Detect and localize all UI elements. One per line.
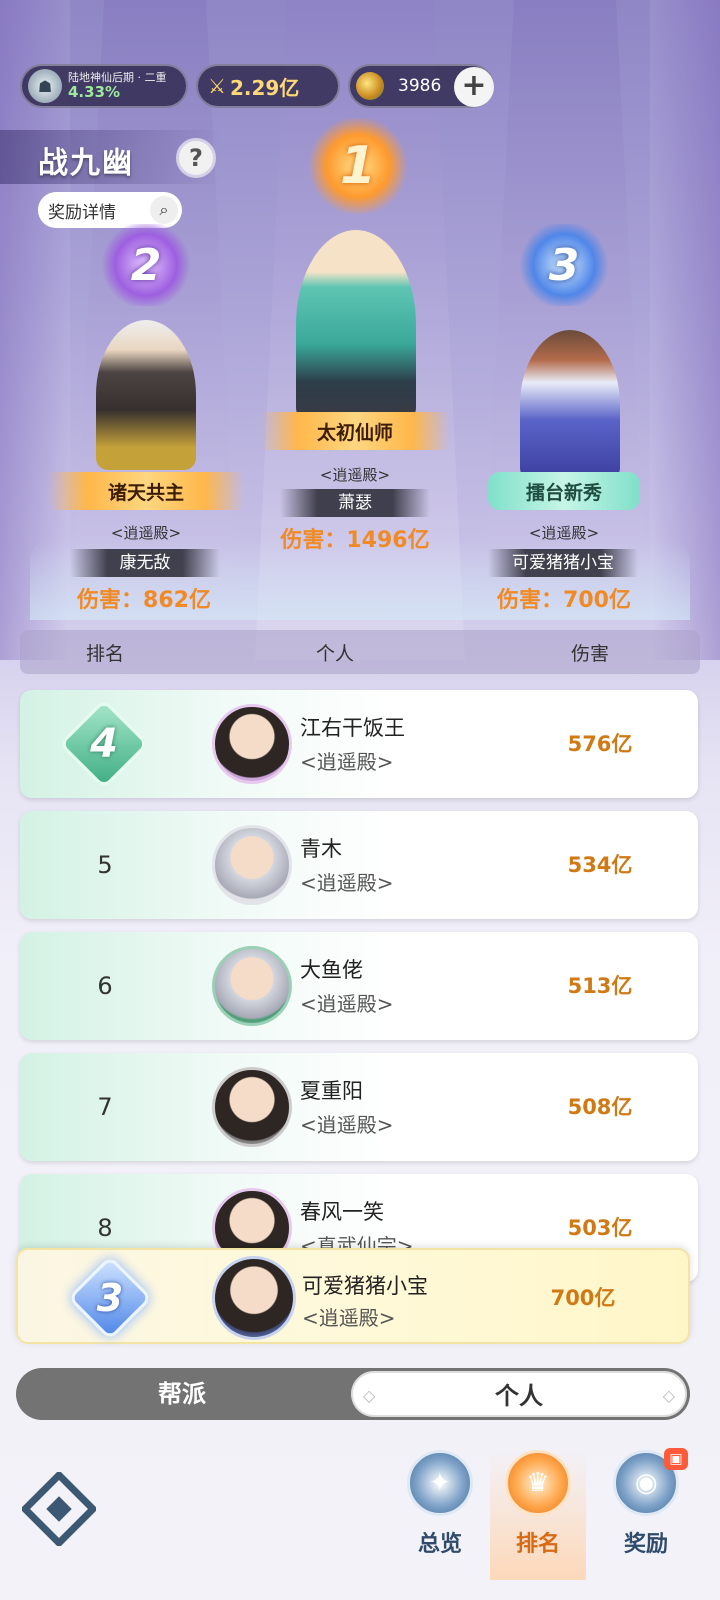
reward-notify-icon: ▣: [664, 1448, 688, 1470]
help-button[interactable]: ?: [176, 138, 216, 178]
realm-avatar-icon: ☗: [28, 69, 62, 103]
realm-name: 陆地神仙后期 · 二重: [68, 70, 167, 84]
overview-icon: ✦: [393, 1436, 487, 1530]
ranking-podium-icon: ♛: [491, 1436, 585, 1530]
combat-power-value: 2.29亿: [229, 75, 300, 100]
player-name: 大鱼佬: [300, 958, 363, 982]
header-rank: 排名: [85, 642, 124, 665]
ranking-table-header: 排名 个人 伤害: [20, 630, 700, 674]
table-row[interactable]: 6 大鱼佬 <逍遥殿> 513亿: [20, 932, 698, 1040]
add-jade-button[interactable]: +: [454, 67, 494, 107]
resource-bar: ☗ 陆地神仙后期 · 二重 4.33% ⚔ 2.29亿 3986 +: [20, 64, 494, 108]
table-row[interactable]: 5 青木 <逍遥殿> 534亿: [20, 811, 698, 919]
player-damage: 513亿: [567, 974, 633, 998]
table-row[interactable]: 7 夏重阳 <逍遥殿> 508亿: [20, 1053, 698, 1161]
player-name: 春风一笑: [300, 1200, 384, 1224]
nav-overview-label: 总览: [417, 1532, 462, 1557]
podium-1-title: 太初仙师: [260, 412, 450, 450]
crossed-swords-icon: ⚔: [208, 74, 226, 98]
row-rank: 7: [97, 1093, 113, 1121]
nav-rewards[interactable]: ◉ ▣ 奖励: [598, 1436, 694, 1580]
podium-1-damage: 伤害：1496亿: [280, 528, 430, 553]
home-diamond-icon[interactable]: [22, 1472, 96, 1546]
podium-1-guild: <逍遥殿>: [319, 466, 391, 484]
realm-indicator[interactable]: ☗ 陆地神仙后期 · 二重 4.33%: [20, 64, 188, 108]
podium-2-damage: 伤害：862亿: [77, 588, 211, 613]
jade-coin-icon: [356, 72, 384, 100]
podium-3-damage: 伤害：700亿: [497, 588, 631, 613]
my-rank: 3: [96, 1276, 124, 1320]
ranking-scope-toggle[interactable]: 帮派 个人: [16, 1368, 690, 1420]
podium-2-guild: <逍遥殿>: [110, 524, 182, 542]
bottom-nav: ✦ 总览 ♛ 排名 ◉ ▣ 奖励: [0, 1436, 720, 1600]
tab-guild[interactable]: 帮派: [16, 1368, 348, 1420]
realm-progress: 4.33%: [68, 82, 121, 101]
my-avatar[interactable]: [212, 1256, 296, 1340]
row-rank: 4: [90, 721, 118, 767]
my-rank-row[interactable]: 3 可爱猪猪小宝 <逍遥殿> 700亿: [16, 1248, 690, 1344]
player-guild: <逍遥殿>: [300, 750, 394, 774]
tab-personal[interactable]: 个人: [351, 1371, 687, 1419]
podium-character-1[interactable]: [296, 230, 416, 420]
player-name: 青木: [300, 837, 342, 861]
header-person: 个人: [315, 642, 354, 665]
avatar[interactable]: [212, 704, 292, 784]
podium-2-name: 康无敌: [70, 549, 220, 577]
table-row[interactable]: 4 江右干饭王 <逍遥殿> 576亿: [20, 690, 698, 798]
player-name: 夏重阳: [300, 1079, 363, 1103]
nav-rewards-label: 奖励: [623, 1532, 668, 1557]
page-title: 战九幽: [38, 146, 134, 181]
my-guild: <逍遥殿>: [302, 1306, 396, 1330]
avatar[interactable]: [212, 1067, 292, 1147]
avatar[interactable]: [212, 946, 292, 1026]
podium-2-title: 诸天共主: [48, 472, 244, 510]
header-damage: 伤害: [570, 642, 609, 665]
reward-detail-label: 奖励详情: [48, 202, 116, 223]
podium-3-guild: <逍遥殿>: [528, 524, 600, 542]
combat-power[interactable]: ⚔ 2.29亿: [196, 64, 340, 108]
nav-ranking[interactable]: ♛ 排名: [490, 1436, 586, 1580]
player-guild: <逍遥殿>: [300, 871, 394, 895]
podium-3-title: 擂台新秀: [488, 472, 640, 510]
avatar[interactable]: [212, 825, 292, 905]
my-name: 可爱猪猪小宝: [302, 1274, 428, 1298]
rank-2-emblem: 2: [100, 224, 192, 306]
row-rank: 5: [97, 851, 113, 879]
player-guild: <逍遥殿>: [300, 1113, 394, 1137]
player-damage: 576亿: [567, 732, 633, 756]
player-damage: 534亿: [567, 853, 633, 877]
podium-character-2[interactable]: [96, 320, 196, 470]
rank-3-emblem: 3: [518, 224, 610, 306]
magnifier-icon: ⌕: [150, 196, 178, 224]
ranking-list[interactable]: 4 江右干饭王 <逍遥殿> 576亿 5 青木 <逍遥殿> 534亿 6 大鱼佬…: [20, 690, 700, 1295]
rank-1-emblem: 1: [308, 118, 408, 214]
nav-ranking-label: 排名: [515, 1532, 560, 1557]
podium-character-3[interactable]: [520, 330, 620, 480]
player-guild: <逍遥殿>: [300, 992, 394, 1016]
podium-3-name: 可爱猪猪小宝: [488, 549, 638, 577]
row-rank: 6: [97, 972, 113, 1000]
player-name: 江右干饭王: [300, 716, 405, 740]
nav-overview[interactable]: ✦ 总览: [392, 1436, 488, 1580]
reward-detail-button[interactable]: 奖励详情 ⌕: [38, 192, 182, 228]
my-damage: 700亿: [550, 1286, 616, 1310]
player-damage: 508亿: [567, 1095, 633, 1119]
jade-value: 3986: [398, 76, 442, 96]
jade-currency: 3986 +: [348, 64, 494, 108]
podium-1-name: 萧瑟: [280, 489, 430, 517]
